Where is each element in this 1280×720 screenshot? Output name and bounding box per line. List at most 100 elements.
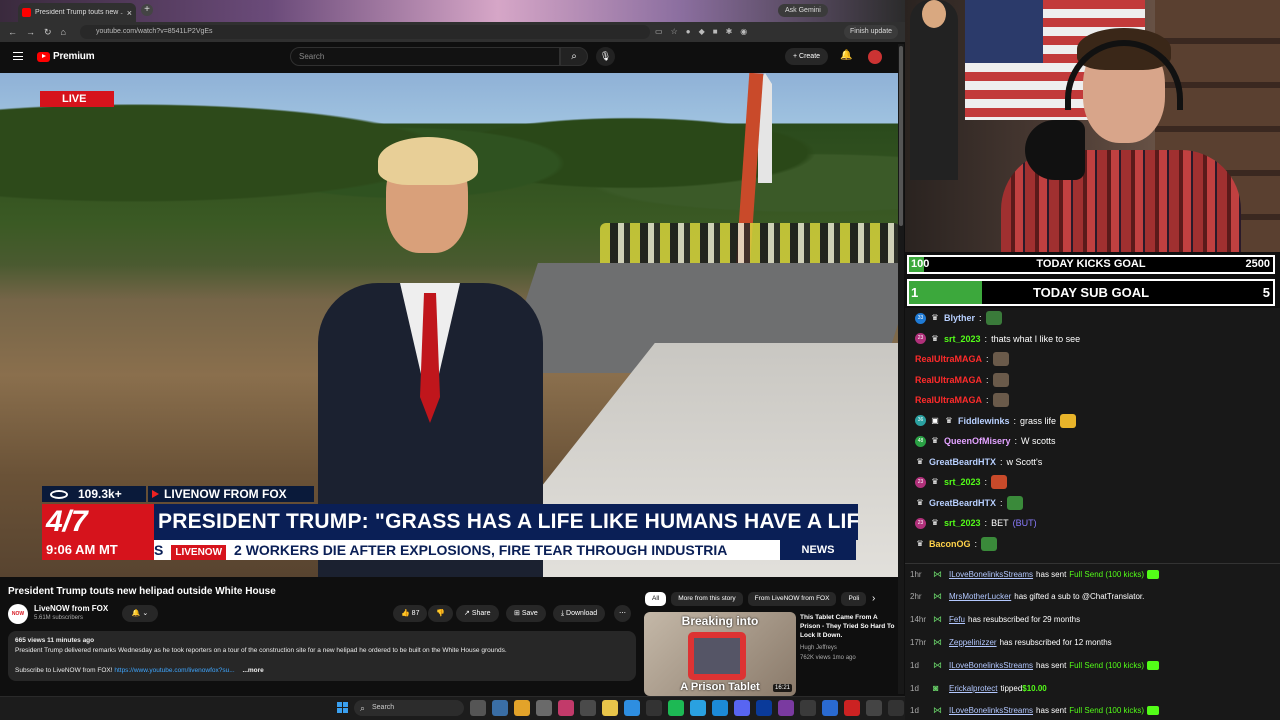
create-button[interactable]: + Create bbox=[785, 48, 829, 65]
extensions-puzzle-icon[interactable]: ✱ bbox=[726, 27, 733, 36]
chat-username[interactable]: RealUltraMAGA bbox=[915, 395, 982, 405]
app-icon[interactable] bbox=[844, 700, 860, 716]
related-video-thumbnail[interactable]: Breaking into A Prison Tablet 16:21 bbox=[644, 612, 796, 696]
share-button[interactable]: ↗ Share bbox=[456, 605, 499, 622]
app-icon[interactable] bbox=[888, 700, 904, 716]
page-scrollbar[interactable] bbox=[898, 44, 904, 694]
search-input[interactable]: Search bbox=[290, 47, 560, 66]
chat-username[interactable]: srt_2023 bbox=[944, 334, 981, 344]
chat-username[interactable]: srt_2023 bbox=[944, 518, 981, 528]
back-icon[interactable]: ← bbox=[8, 27, 17, 37]
app-icon[interactable] bbox=[800, 700, 816, 716]
app-icon[interactable] bbox=[624, 700, 640, 716]
chrome-icon[interactable] bbox=[514, 700, 530, 716]
sub-goal-bar: TODAY SUB GOAL 1 5 bbox=[907, 279, 1275, 306]
related-video-channel[interactable]: Hugh Jeffreys bbox=[800, 645, 837, 651]
app-icon[interactable] bbox=[866, 700, 882, 716]
youtube-logo[interactable]: Premium bbox=[37, 51, 95, 62]
app-icon[interactable] bbox=[558, 700, 574, 716]
install-icon[interactable]: ▭ bbox=[655, 27, 663, 36]
extension-icon[interactable]: ■ bbox=[713, 27, 718, 36]
eye-icon bbox=[50, 490, 68, 499]
chip-politics[interactable]: Poli bbox=[841, 592, 867, 606]
notifications-bell-icon[interactable]: 🔔 bbox=[840, 50, 852, 61]
channel-name[interactable]: LiveNOW from FOX bbox=[34, 604, 108, 613]
event-username[interactable]: Fefu bbox=[949, 615, 965, 624]
chip-all[interactable]: All bbox=[645, 592, 667, 606]
app-icon[interactable] bbox=[822, 700, 838, 716]
chip-more-from-story[interactable]: More from this story bbox=[671, 592, 743, 606]
chip-from-channel[interactable]: From LiveNOW from FOX bbox=[747, 592, 837, 606]
dislike-button[interactable]: 👎 bbox=[428, 605, 453, 622]
channel-avatar[interactable]: NOW bbox=[8, 604, 28, 624]
app-icon[interactable] bbox=[580, 700, 596, 716]
hamburger-menu-icon[interactable] bbox=[13, 52, 23, 60]
webcam-feed bbox=[905, 0, 1280, 252]
chat-username[interactable]: GreatBeardHTX bbox=[929, 498, 996, 508]
finish-update-button[interactable]: Finish update bbox=[844, 25, 899, 39]
related-video-title[interactable]: This Tablet Came From A Prison - They Tr… bbox=[800, 613, 896, 640]
new-tab-icon[interactable]: + bbox=[141, 4, 153, 16]
reload-icon[interactable]: ↻ bbox=[44, 27, 52, 38]
chat-username[interactable]: QueenOfMisery bbox=[944, 436, 1011, 446]
subscriber-badge-icon: 23 bbox=[915, 333, 926, 344]
event-username[interactable]: MrsMotherLucker bbox=[949, 592, 1011, 601]
ask-gemini-button[interactable]: Ask Gemini bbox=[778, 4, 828, 17]
app-icon[interactable] bbox=[646, 700, 662, 716]
chat-panel[interactable]: 33 ♛ Blyther:23 ♛ srt_2023: thats what I like… bbox=[905, 308, 1280, 563]
more-link[interactable]: ...more bbox=[242, 667, 263, 674]
subscription-bell-button[interactable]: 🔔 ⌄ bbox=[122, 605, 158, 622]
event-text: has gifted a sub to @ChatTranslator. bbox=[1014, 592, 1145, 602]
address-bar[interactable]: youtube.com/watch?v=8541LP2VgEs bbox=[80, 25, 650, 39]
chat-username[interactable]: BaconOG bbox=[929, 539, 971, 549]
save-button[interactable]: ⊞ Save bbox=[506, 605, 546, 622]
app-icon[interactable] bbox=[712, 700, 728, 716]
scrollbar-thumb[interactable] bbox=[899, 46, 903, 226]
taskbar-search[interactable]: Search bbox=[354, 700, 464, 716]
chat-username[interactable]: Fiddlewinks bbox=[958, 416, 1010, 426]
chevron-right-icon[interactable]: › bbox=[872, 592, 875, 606]
bookmark-star-icon[interactable]: ☆ bbox=[671, 27, 678, 36]
chat-message: ♛ BaconOG: bbox=[915, 535, 998, 553]
windows-start-icon[interactable] bbox=[337, 702, 348, 713]
event-username[interactable]: ILoveBonelinksStreams bbox=[949, 570, 1033, 579]
spotify-icon[interactable] bbox=[668, 700, 684, 716]
event-username[interactable]: ILoveBonelinksStreams bbox=[949, 661, 1033, 670]
event-username[interactable]: Erickalprotect bbox=[949, 684, 997, 693]
subscriber-badge-icon: 23 bbox=[915, 476, 926, 488]
emote-icon bbox=[1006, 495, 1023, 510]
app-icon[interactable] bbox=[492, 700, 508, 716]
chat-message: 36 ▣ ♛ Fiddlewinks: grass life bbox=[915, 412, 1077, 430]
extension-icon[interactable]: ◆ bbox=[699, 27, 705, 36]
discord-icon[interactable] bbox=[734, 700, 750, 716]
telegram-icon[interactable] bbox=[690, 700, 706, 716]
home-icon[interactable]: ⌂ bbox=[61, 27, 66, 37]
app-icon[interactable] bbox=[536, 700, 552, 716]
browser-tab[interactable]: President Trump touts new ... × bbox=[18, 3, 136, 22]
microphone-icon[interactable]: 🎙 bbox=[596, 47, 615, 66]
app-icon[interactable] bbox=[756, 700, 772, 716]
description-box[interactable]: 665 views 11 minutes ago President Trump… bbox=[8, 631, 636, 681]
chat-username[interactable]: GreatBeardHTX bbox=[929, 457, 996, 467]
events-feed[interactable]: 1hr ⋈ ILoveBonelinksStreams has sent Full Se… bbox=[905, 563, 1280, 720]
search-icon[interactable]: ⌕ bbox=[560, 47, 588, 66]
app-icon[interactable] bbox=[778, 700, 794, 716]
like-button[interactable]: 👍 87 bbox=[393, 605, 428, 622]
download-button[interactable]: ⤓ Download bbox=[553, 605, 606, 622]
event-username[interactable]: Zeppelinizzer bbox=[949, 638, 997, 647]
chat-username[interactable]: Blyther bbox=[944, 313, 975, 323]
account-avatar[interactable] bbox=[868, 50, 882, 64]
extension-icon[interactable]: ● bbox=[686, 27, 691, 36]
task-view-icon[interactable] bbox=[470, 700, 486, 716]
chat-username[interactable]: RealUltraMAGA bbox=[915, 375, 982, 385]
profile-icon[interactable]: ◉ bbox=[740, 27, 747, 36]
event-username[interactable]: ILoveBonelinksStreams bbox=[949, 706, 1033, 715]
close-icon[interactable]: × bbox=[127, 8, 132, 18]
chat-username[interactable]: srt_2023 bbox=[944, 477, 981, 487]
more-actions-button[interactable]: ⋯ bbox=[614, 605, 631, 622]
crown-icon: ♛ bbox=[916, 456, 924, 466]
forward-icon[interactable]: → bbox=[26, 27, 35, 37]
chat-username[interactable]: RealUltraMAGA bbox=[915, 354, 982, 364]
file-explorer-icon[interactable] bbox=[602, 700, 618, 716]
subscribe-link[interactable]: https://www.youtube.com/livenowfox?su... bbox=[114, 667, 234, 674]
